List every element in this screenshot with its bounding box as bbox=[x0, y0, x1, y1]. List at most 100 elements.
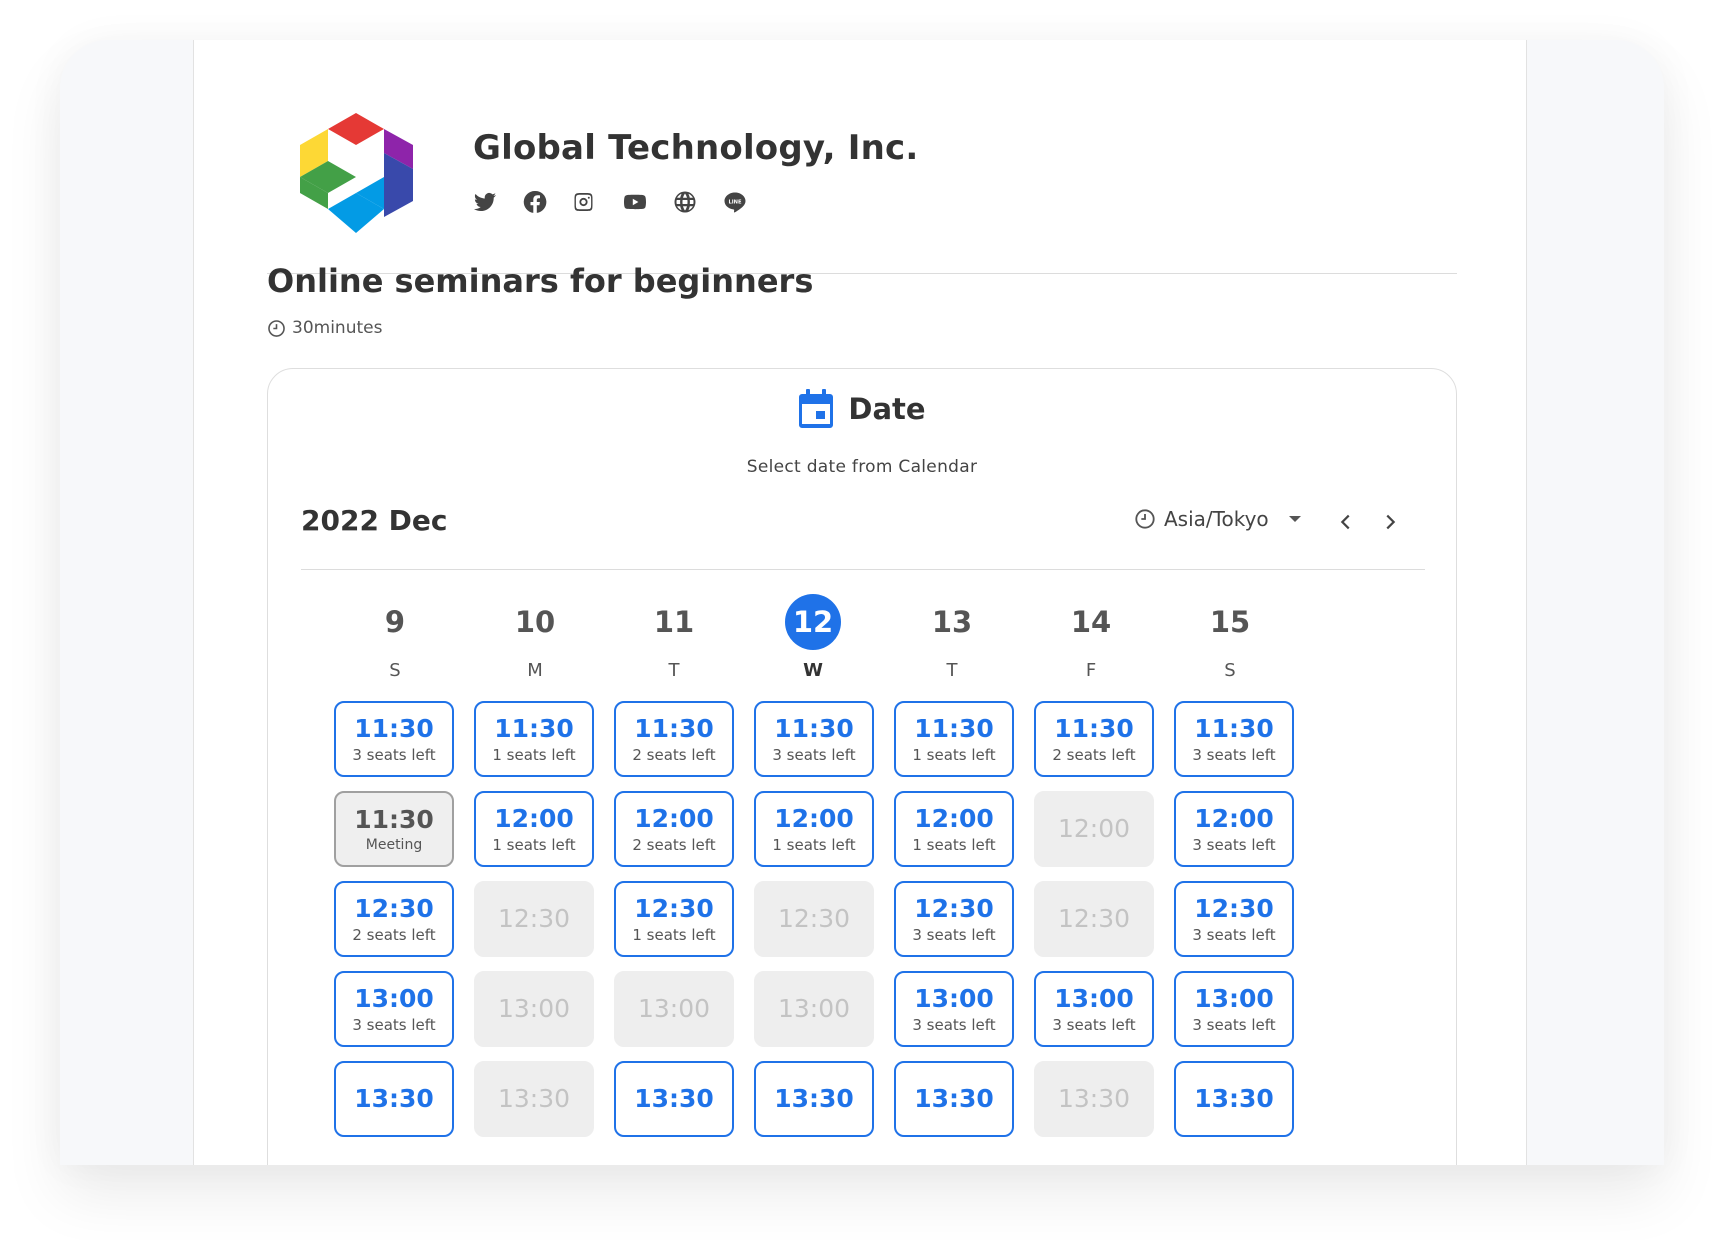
slot-availability: 1 seats left bbox=[912, 746, 996, 764]
company-logo bbox=[300, 113, 413, 233]
day-number: 10 bbox=[514, 605, 556, 639]
time-slot[interactable]: 11:30 1 seats left bbox=[474, 701, 594, 777]
time-slot[interactable]: 13:30 bbox=[614, 1061, 734, 1137]
slot-availability: 3 seats left bbox=[912, 1016, 996, 1034]
slot-time: 13:00 bbox=[637, 994, 711, 1023]
duration-text: 30minutes bbox=[292, 318, 383, 338]
time-slot[interactable]: 12:00 1 seats left bbox=[474, 791, 594, 867]
prev-week-button[interactable] bbox=[1331, 507, 1361, 537]
slot-time: 11:30 bbox=[1194, 714, 1274, 743]
slot-time: 12:30 bbox=[914, 894, 994, 923]
time-slot[interactable]: 11:30 2 seats left bbox=[1034, 701, 1154, 777]
youtube-icon[interactable] bbox=[623, 190, 647, 214]
slot-time: 13:00 bbox=[497, 994, 571, 1023]
slot-availability: 2 seats left bbox=[632, 746, 716, 764]
slot-time: 12:00 bbox=[914, 804, 994, 833]
slot-time: 11:30 bbox=[354, 714, 434, 743]
time-slot[interactable]: 12:00 1 seats left bbox=[894, 791, 1014, 867]
time-slot[interactable]: 11:30 3 seats left bbox=[334, 701, 454, 777]
weekday-label: W bbox=[803, 660, 823, 681]
slot-availability: 3 seats left bbox=[1052, 1016, 1136, 1034]
instagram-icon[interactable] bbox=[573, 190, 597, 214]
time-slot[interactable]: 12:30 2 seats left bbox=[334, 881, 454, 957]
time-slot[interactable]: 12:00 1 seats left bbox=[754, 791, 874, 867]
chevron-left-icon bbox=[1340, 514, 1350, 530]
slot-time: 11:30 bbox=[634, 714, 714, 743]
slot-availability: 2 seats left bbox=[352, 926, 436, 944]
time-slot: 12:00 bbox=[1034, 791, 1154, 867]
event-duration: 30minutes bbox=[267, 318, 382, 338]
slot-availability: 3 seats left bbox=[772, 746, 856, 764]
time-slot[interactable]: 13:30 bbox=[754, 1061, 874, 1137]
day-number: 15 bbox=[1209, 605, 1251, 639]
date-picker-card: Date Select date from Calendar 2022 Dec … bbox=[267, 368, 1457, 1165]
slot-availability: 3 seats left bbox=[912, 926, 996, 944]
app-frame: Global Technology, Inc. LINE Online semi… bbox=[60, 40, 1664, 1165]
time-slot[interactable]: 11:30 1 seats left bbox=[894, 701, 1014, 777]
slot-time: 12:30 bbox=[354, 894, 434, 923]
time-slot: 12:30 bbox=[1034, 881, 1154, 957]
time-slot[interactable]: 13:30 bbox=[1174, 1061, 1294, 1137]
slot-time: 11:30 bbox=[914, 714, 994, 743]
time-slot[interactable]: 13:30 bbox=[894, 1061, 1014, 1137]
day-column-header[interactable]: 14 F bbox=[1031, 594, 1151, 681]
slot-time: 12:00 bbox=[1194, 804, 1274, 833]
slot-availability: 3 seats left bbox=[1192, 1016, 1276, 1034]
day-column-header[interactable]: 12 W bbox=[753, 594, 873, 681]
timezone-select[interactable]: Asia/Tokyo bbox=[1134, 507, 1301, 531]
line-icon[interactable]: LINE bbox=[723, 190, 747, 214]
facebook-icon[interactable] bbox=[523, 190, 547, 214]
time-slot[interactable]: 13:00 3 seats left bbox=[1034, 971, 1154, 1047]
time-slot[interactable]: 11:30 3 seats left bbox=[754, 701, 874, 777]
slot-availability: Meeting bbox=[365, 837, 423, 853]
time-slot: 13:00 bbox=[754, 971, 874, 1047]
time-slot[interactable]: 11:30 3 seats left bbox=[1174, 701, 1294, 777]
slot-time: 13:30 bbox=[634, 1084, 714, 1113]
chevron-right-icon bbox=[1386, 514, 1396, 530]
event-title: Online seminars for beginners bbox=[267, 262, 814, 300]
time-slot[interactable]: 13:00 3 seats left bbox=[334, 971, 454, 1047]
slot-time: 13:30 bbox=[1194, 1084, 1274, 1113]
slot-time: 12:00 bbox=[774, 804, 854, 833]
svg-text:LINE: LINE bbox=[728, 200, 742, 206]
card-subtitle: Select date from Calendar bbox=[746, 457, 978, 477]
time-slot: 12:30 bbox=[754, 881, 874, 957]
slot-time: 13:30 bbox=[497, 1084, 571, 1113]
day-number: 9 bbox=[384, 605, 406, 639]
timezone-value: Asia/Tokyo bbox=[1164, 507, 1269, 531]
slot-availability: 1 seats left bbox=[632, 926, 716, 944]
time-slot[interactable]: 12:30 1 seats left bbox=[614, 881, 734, 957]
next-week-button[interactable] bbox=[1375, 507, 1405, 537]
day-column-header[interactable]: 11 T bbox=[614, 594, 734, 681]
month-label: 2022 Dec bbox=[301, 504, 448, 537]
day-column-header[interactable]: 15 S bbox=[1170, 594, 1290, 681]
slot-time: 13:30 bbox=[354, 1084, 434, 1113]
weekday-label: S bbox=[1224, 660, 1236, 681]
time-slot[interactable]: 11:30 2 seats left bbox=[614, 701, 734, 777]
weekday-label: T bbox=[668, 660, 680, 681]
time-slot[interactable]: 12:30 3 seats left bbox=[1174, 881, 1294, 957]
weekday-label: S bbox=[389, 660, 401, 681]
slot-availability: 3 seats left bbox=[352, 746, 436, 764]
day-column-header[interactable]: 10 M bbox=[475, 594, 595, 681]
time-slot[interactable]: 13:30 bbox=[334, 1061, 454, 1137]
day-number: 13 bbox=[931, 605, 973, 639]
slot-time: 12:00 bbox=[494, 804, 574, 833]
time-slot[interactable]: 12:00 2 seats left bbox=[614, 791, 734, 867]
day-column-header[interactable]: 9S bbox=[335, 594, 455, 681]
time-slot[interactable]: 13:00 3 seats left bbox=[1174, 971, 1294, 1047]
slot-time: 13:30 bbox=[774, 1084, 854, 1113]
slot-availability: 2 seats left bbox=[632, 836, 716, 854]
slot-time: 13:00 bbox=[1194, 984, 1274, 1013]
time-slot[interactable]: 12:30 3 seats left bbox=[894, 881, 1014, 957]
time-slot[interactable]: 13:00 3 seats left bbox=[894, 971, 1014, 1047]
slot-time: 13:00 bbox=[777, 994, 851, 1023]
slot-time: 13:00 bbox=[914, 984, 994, 1013]
day-column-header[interactable]: 13 T bbox=[892, 594, 1012, 681]
time-slot[interactable]: 12:00 3 seats left bbox=[1174, 791, 1294, 867]
globe-icon[interactable] bbox=[673, 190, 697, 214]
twitter-icon[interactable] bbox=[473, 190, 497, 214]
slot-availability: 1 seats left bbox=[492, 746, 576, 764]
time-slot: 13:30 bbox=[474, 1061, 594, 1137]
time-slot: 13:30 bbox=[1034, 1061, 1154, 1137]
